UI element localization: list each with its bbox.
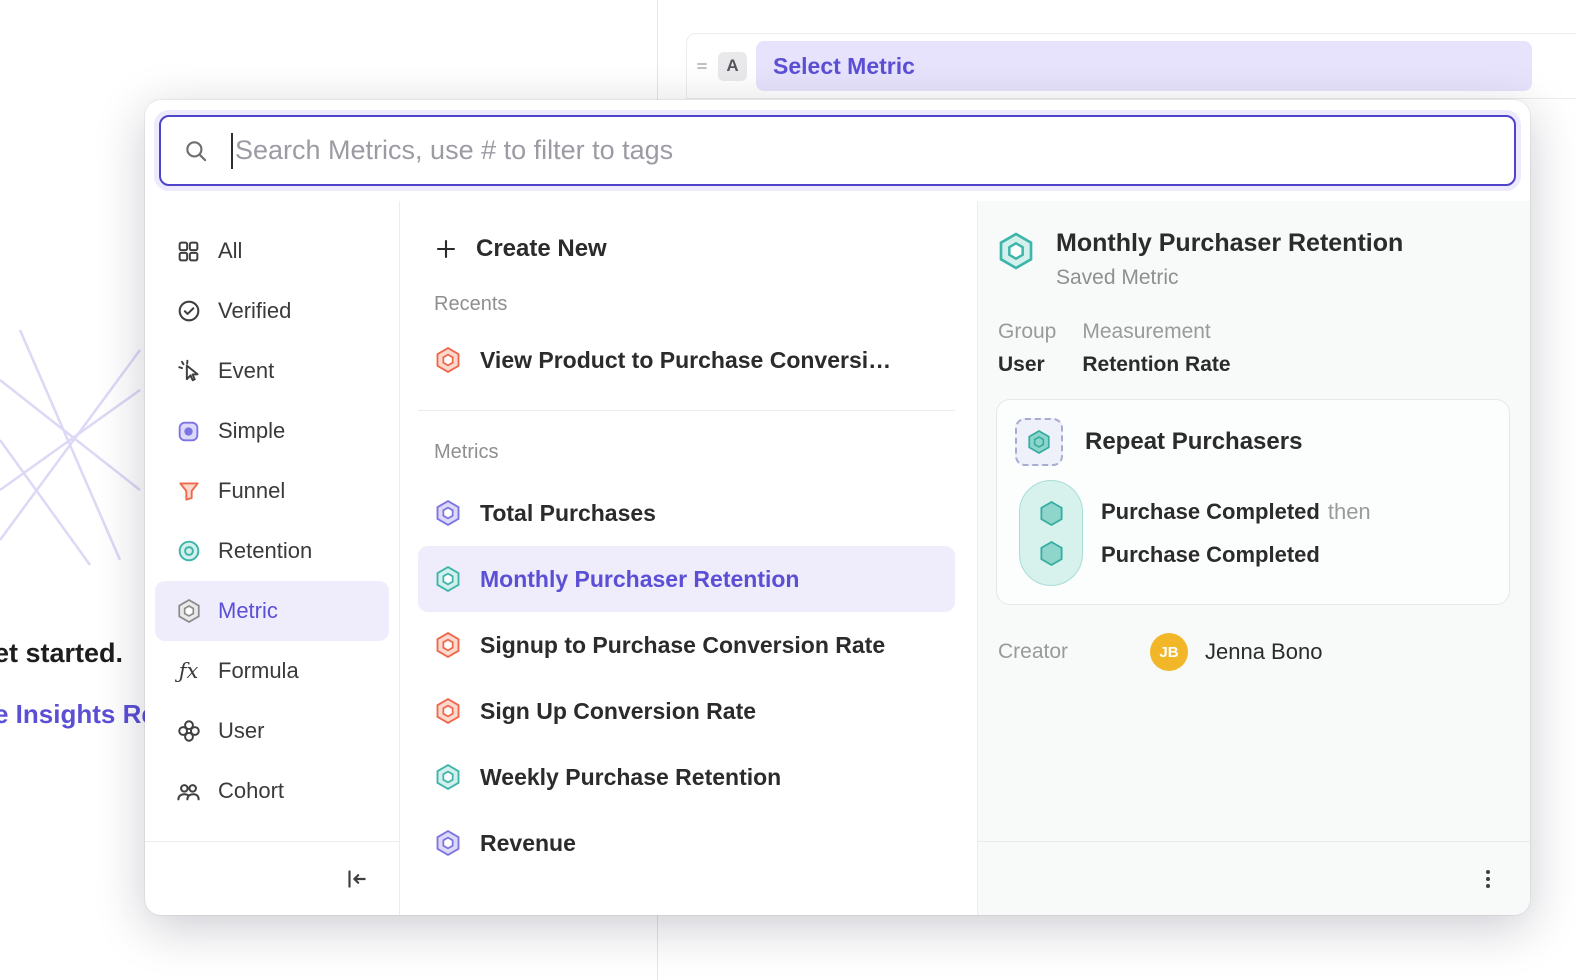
sidebar-item-event[interactable]: Event — [155, 341, 389, 401]
metric-label: Sign Up Conversion Rate — [480, 698, 756, 725]
funnel-metric-hex-icon — [434, 346, 462, 374]
sidebar-item-cohort[interactable]: Cohort — [155, 761, 389, 821]
metric-preview-panel: Monthly Purchaser Retention Saved Metric… — [978, 201, 1530, 915]
metric-list-item[interactable]: Signup to Purchase Conversion Rate — [418, 612, 955, 678]
search-input[interactable] — [235, 135, 1492, 166]
metric-label: Revenue — [480, 830, 576, 857]
metric-list-item[interactable]: Revenue — [418, 810, 955, 876]
section-divider — [418, 410, 955, 411]
funnel-metric-icon — [175, 478, 202, 505]
recents-heading: Recents — [434, 293, 955, 316]
sidebar-item-label: Simple — [218, 418, 285, 444]
collapse-sidebar-button[interactable] — [343, 866, 369, 892]
collapse-icon — [343, 866, 369, 892]
drag-handle-icon[interactable] — [693, 58, 711, 74]
verified-badge-icon — [175, 298, 202, 325]
simple-metric-hex-icon — [434, 829, 462, 857]
creator-avatar: JB — [1150, 633, 1188, 671]
sidebar-item-metric[interactable]: Metric — [155, 581, 389, 641]
plus-icon — [434, 237, 458, 261]
group-value: User — [998, 353, 1056, 377]
sidebar-item-retention[interactable]: Retention — [155, 521, 389, 581]
metric-step-bar: A Select Metric — [686, 33, 1576, 99]
metric-label: Weekly Purchase Retention — [480, 764, 781, 791]
cohort-people-icon — [175, 778, 202, 805]
event-cursor-icon — [175, 358, 202, 385]
metric-label: Monthly Purchaser Retention — [480, 566, 799, 593]
more-options-button[interactable] — [1476, 867, 1500, 891]
sidebar-item-user[interactable]: User — [155, 701, 389, 761]
sidebar-item-funnel[interactable]: Funnel — [155, 461, 389, 521]
sidebar-item-label: Formula — [218, 658, 299, 684]
metric-list-item[interactable]: Weekly Purchase Retention — [418, 744, 955, 810]
definition-hex-icon — [1015, 418, 1063, 466]
preview-footer — [978, 841, 1530, 915]
definition-step-1: Purchase Completedthen — [1101, 499, 1371, 525]
step-label-badge[interactable]: A — [718, 52, 747, 81]
background-chart-decoration — [0, 330, 150, 580]
preview-metric-hex-icon — [996, 231, 1036, 271]
group-label: Group — [998, 320, 1056, 344]
sidebar-item-label: User — [218, 718, 264, 744]
metric-list-item-selected[interactable]: Monthly Purchaser Retention — [418, 546, 955, 612]
user-flower-icon — [175, 718, 202, 745]
sidebar-item-all[interactable]: All — [155, 221, 389, 281]
simple-metric-hex-icon — [434, 499, 462, 527]
text-caret — [231, 133, 233, 169]
metric-list-item[interactable]: Total Purchases — [418, 480, 955, 546]
measurement-value: Retention Rate — [1082, 353, 1230, 377]
preview-subtitle: Saved Metric — [1056, 266, 1403, 290]
sidebar-item-formula[interactable]: ƒx Formula — [155, 641, 389, 701]
metric-hexagon-icon — [175, 598, 202, 625]
sidebar-footer — [145, 841, 399, 915]
metric-picker-modal: All Verified Event — [145, 100, 1530, 915]
kebab-menu-icon — [1476, 867, 1500, 891]
formula-icon: ƒx — [175, 658, 202, 685]
sidebar-item-simple[interactable]: Simple — [155, 401, 389, 461]
metric-definition-card: Repeat Purchasers — [996, 399, 1510, 605]
select-metric-label: Select Metric — [773, 53, 915, 80]
search-box[interactable] — [159, 115, 1516, 186]
creator-label: Creator — [998, 640, 1150, 664]
select-metric-button[interactable]: Select Metric — [756, 41, 1532, 91]
retention-metric-hex-icon — [434, 565, 462, 593]
measurement-label: Measurement — [1082, 320, 1230, 344]
sidebar-item-label: Event — [218, 358, 274, 384]
recent-metric-label: View Product to Purchase Conversi… — [480, 347, 891, 374]
preview-title: Monthly Purchaser Retention — [1056, 229, 1403, 258]
metric-label: Total Purchases — [480, 500, 656, 527]
retention-metric-icon — [175, 538, 202, 565]
funnel-metric-hex-icon — [434, 631, 462, 659]
sidebar-item-label: Metric — [218, 598, 278, 624]
step-hex-icon — [1038, 500, 1065, 527]
funnel-metric-hex-icon — [434, 697, 462, 725]
create-new-label: Create New — [476, 235, 607, 263]
sidebar-item-verified[interactable]: Verified — [155, 281, 389, 341]
recent-metric-item[interactable]: View Product to Purchase Conversi… — [418, 328, 955, 392]
retention-steps-pill — [1019, 480, 1083, 586]
background-heading-fragment: et started. — [0, 638, 123, 669]
sidebar-item-label: Retention — [218, 538, 312, 564]
step-hex-icon — [1038, 540, 1065, 567]
metrics-heading: Metrics — [434, 441, 955, 464]
create-new-button[interactable]: Create New — [434, 225, 955, 273]
definition-title: Repeat Purchasers — [1085, 428, 1302, 456]
sidebar-item-label: Cohort — [218, 778, 284, 804]
retention-metric-hex-icon — [434, 763, 462, 791]
metric-list-column: Create New Recents View Product to Purch… — [400, 201, 978, 915]
filter-sidebar: All Verified Event — [145, 201, 400, 915]
sidebar-item-label: Funnel — [218, 478, 285, 504]
simple-metric-icon — [175, 418, 202, 445]
background-link-fragment[interactable]: e Insights Re — [0, 699, 156, 730]
metric-label: Signup to Purchase Conversion Rate — [480, 632, 885, 659]
search-icon — [183, 138, 209, 164]
creator-name: Jenna Bono — [1205, 639, 1322, 665]
sidebar-item-label: All — [218, 238, 242, 264]
search-area — [145, 100, 1530, 201]
metric-list-item[interactable]: Sign Up Conversion Rate — [418, 678, 955, 744]
definition-step-2: Purchase Completed — [1101, 542, 1371, 568]
sidebar-item-label: Verified — [218, 298, 291, 324]
grid-icon — [175, 238, 202, 265]
